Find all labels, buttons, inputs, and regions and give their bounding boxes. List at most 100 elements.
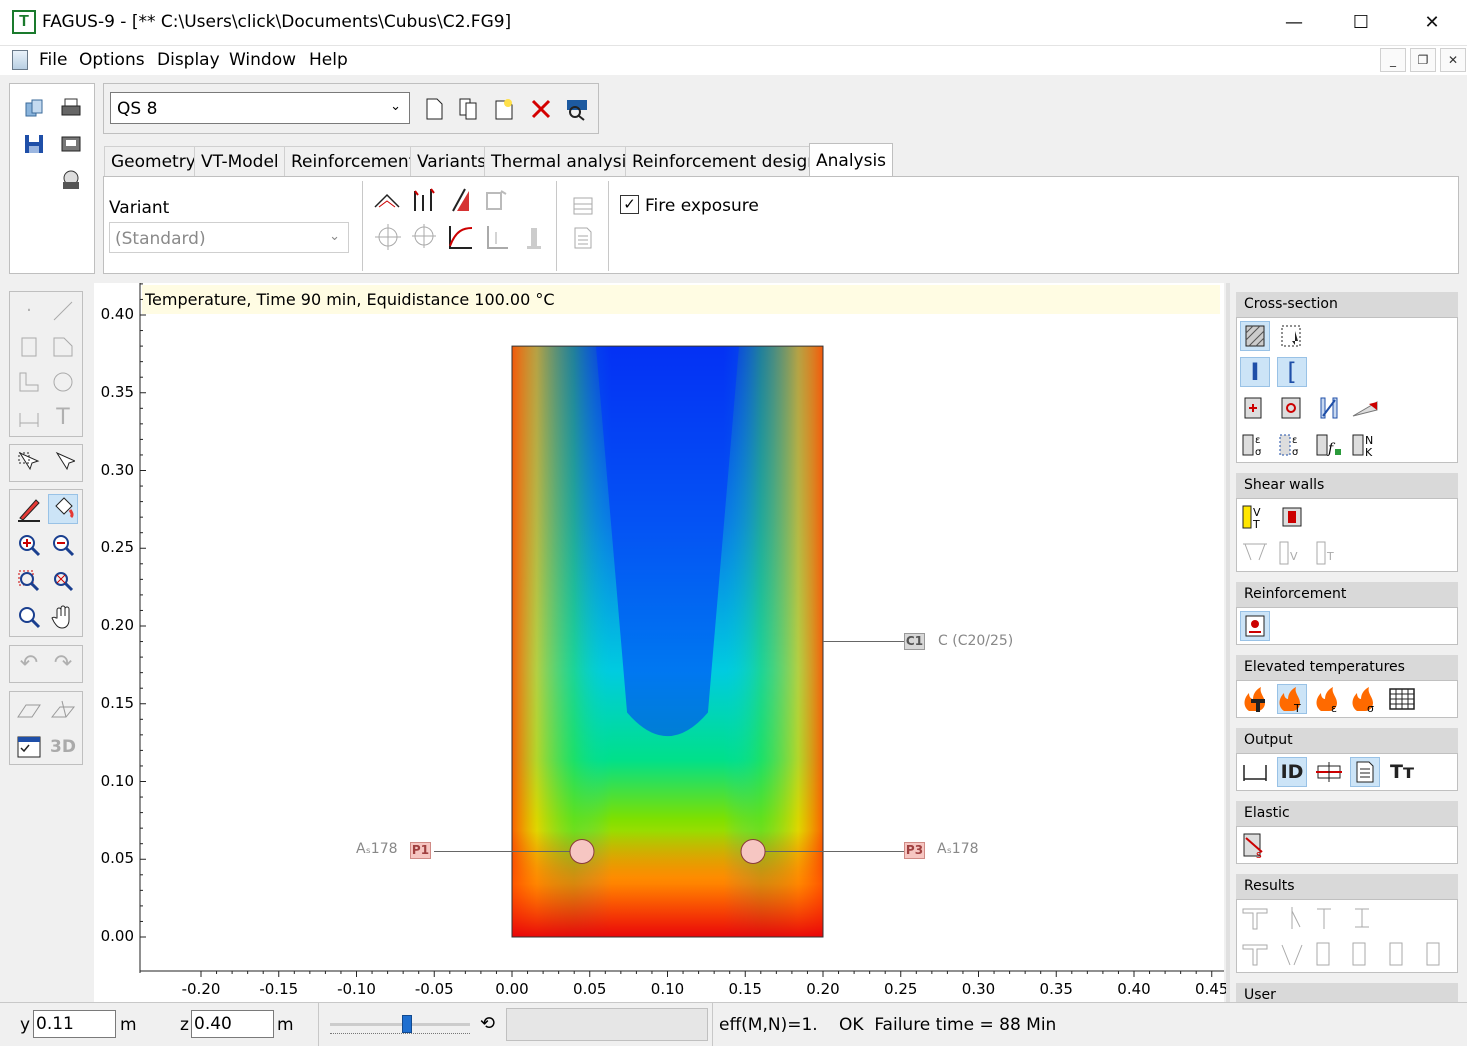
wall-section-icon[interactable] bbox=[1277, 502, 1307, 532]
close-button[interactable]: ✕ bbox=[1403, 4, 1461, 42]
fire-exposure-checkbox[interactable]: ✓ bbox=[620, 195, 639, 214]
pan-hand-icon[interactable] bbox=[48, 602, 78, 632]
edit-pen-icon[interactable] bbox=[14, 494, 44, 524]
select-pointer-icon[interactable] bbox=[14, 448, 44, 478]
sidebar-header-user[interactable]: User bbox=[1236, 983, 1458, 1002]
zoom-out-icon[interactable] bbox=[48, 530, 78, 560]
menu-window[interactable]: Window bbox=[229, 50, 296, 70]
fire-section-icon[interactable] bbox=[1240, 684, 1270, 714]
sidebar-header-shear-walls[interactable]: Shear walls bbox=[1236, 473, 1458, 498]
yield-strength-icon[interactable]: f bbox=[1314, 429, 1344, 459]
strain-plane-icon[interactable] bbox=[372, 185, 402, 215]
new-section-icon[interactable] bbox=[419, 94, 449, 124]
point-load-icon[interactable] bbox=[1277, 321, 1307, 351]
zoom-window-icon[interactable] bbox=[14, 566, 44, 596]
sidebar-header-cross-section[interactable]: Cross-section bbox=[1236, 292, 1458, 317]
mesh-grid-icon[interactable] bbox=[1387, 684, 1417, 714]
fire-strain-icon[interactable]: ε bbox=[1314, 684, 1344, 714]
view-tools bbox=[9, 489, 83, 637]
circle-icon bbox=[48, 367, 78, 397]
wall-vt-icon[interactable]: VT bbox=[1240, 502, 1270, 532]
reset-icon[interactable]: ⟲ bbox=[480, 1013, 495, 1034]
section-select[interactable]: QS 8 ⌄ bbox=[110, 92, 410, 124]
output-id-icon[interactable]: ID bbox=[1277, 757, 1307, 787]
plot-canvas bbox=[139, 283, 1224, 977]
bar-tag-p3[interactable]: P3 bbox=[904, 842, 925, 860]
menu-file[interactable]: File bbox=[39, 50, 67, 70]
select-node-icon[interactable] bbox=[48, 448, 78, 478]
tab-variants[interactable]: Variants bbox=[410, 146, 494, 176]
output-dimension-icon[interactable] bbox=[1240, 757, 1270, 787]
svg-text:ε: ε bbox=[1331, 702, 1337, 713]
section-centroid-icon[interactable] bbox=[1277, 393, 1307, 423]
mdi-minimize-button[interactable]: _ bbox=[1380, 48, 1406, 72]
paint-bucket-icon[interactable] bbox=[48, 494, 78, 524]
save-icon[interactable] bbox=[19, 129, 49, 159]
tab-vt-model[interactable]: VT-Model bbox=[194, 146, 286, 176]
sidebar-header-output[interactable]: Output bbox=[1236, 728, 1458, 753]
result-wall-c-icon bbox=[1387, 939, 1417, 969]
elastic-stress-icon[interactable]: s bbox=[1240, 830, 1270, 860]
hatched-area-icon[interactable] bbox=[1240, 321, 1270, 351]
tab-reinforcement-design[interactable]: Reinforcement design bbox=[625, 146, 826, 176]
tab-thermal-analysis[interactable]: Thermal analysis bbox=[484, 146, 643, 176]
menu-help[interactable]: Help bbox=[309, 50, 348, 70]
mdi-close-button[interactable]: ✕ bbox=[1440, 48, 1466, 72]
minimize-button[interactable]: — bbox=[1265, 4, 1323, 42]
section-slope-icon[interactable] bbox=[1350, 393, 1380, 423]
tab-analysis[interactable]: Analysis bbox=[809, 143, 894, 177]
zoom-fit-icon[interactable] bbox=[14, 602, 44, 632]
rename-section-icon[interactable] bbox=[489, 94, 519, 124]
progress-box bbox=[506, 1008, 708, 1041]
tab-reinforcement[interactable]: Reinforcement bbox=[284, 146, 423, 176]
svg-text:σ: σ bbox=[1292, 447, 1299, 457]
output-report-icon[interactable] bbox=[1350, 757, 1380, 787]
maximize-button[interactable]: ☐ bbox=[1332, 4, 1390, 42]
fire-stress-icon[interactable]: σ bbox=[1350, 684, 1380, 714]
zoom-in-icon[interactable] bbox=[14, 530, 44, 560]
i-beam-icon[interactable]: I bbox=[1240, 357, 1270, 387]
tab-geometry[interactable]: Geometry bbox=[104, 146, 203, 176]
moment-normal-icon[interactable] bbox=[409, 185, 439, 215]
section-rotate-icon[interactable] bbox=[1314, 393, 1344, 423]
stress-strain-icon[interactable]: εσ bbox=[1240, 429, 1270, 459]
sidebar-header-elevated-temperatures[interactable]: Elevated temperatures bbox=[1236, 655, 1458, 680]
mdi-restore-button[interactable]: ❐ bbox=[1410, 48, 1436, 72]
document-icon[interactable] bbox=[12, 50, 28, 70]
normal-force-icon[interactable]: NK bbox=[1350, 429, 1380, 459]
variant-value: (Standard) bbox=[115, 229, 206, 249]
sidebar-header-results[interactable]: Results bbox=[1236, 874, 1458, 899]
sidebar-header-reinforcement[interactable]: Reinforcement bbox=[1236, 582, 1458, 607]
delete-section-icon[interactable] bbox=[526, 94, 556, 124]
time-slider-thumb[interactable] bbox=[401, 1015, 412, 1033]
report-table-icon bbox=[568, 191, 598, 221]
c-channel-icon[interactable]: [ bbox=[1277, 357, 1307, 387]
print-preview-icon[interactable] bbox=[56, 129, 86, 159]
zoom-previous-icon[interactable] bbox=[48, 566, 78, 596]
menu-options[interactable]: Options bbox=[79, 50, 145, 70]
section-check-icon[interactable] bbox=[1240, 393, 1270, 423]
output-section-icon[interactable] bbox=[1314, 757, 1344, 787]
menu-display[interactable]: Display bbox=[157, 50, 220, 70]
z-coord-input[interactable]: 0.40 bbox=[191, 1010, 274, 1038]
section-properties-icon[interactable] bbox=[562, 94, 592, 124]
export-icon[interactable] bbox=[56, 165, 86, 195]
bar-tag-p1[interactable]: P1 bbox=[410, 842, 431, 860]
print-icon[interactable] bbox=[56, 93, 86, 123]
plot-area[interactable]: Temperature, Time 90 min, Equidistance 1… bbox=[94, 283, 1228, 1003]
sidebar-header-elastic[interactable]: Elastic bbox=[1236, 801, 1458, 826]
undo-icon: ↶ bbox=[19, 651, 39, 676]
open-icon[interactable] bbox=[19, 93, 49, 123]
checklist-icon[interactable] bbox=[14, 732, 44, 762]
fire-temperature-icon[interactable]: T bbox=[1277, 684, 1307, 714]
copy-section-icon[interactable] bbox=[454, 94, 484, 124]
stress-strain-selected-icon[interactable]: εσ bbox=[1277, 429, 1307, 459]
variant-select[interactable]: (Standard) ⌄ bbox=[109, 222, 349, 253]
stress-distribution-icon[interactable] bbox=[445, 185, 475, 215]
moment-curvature-icon[interactable] bbox=[445, 221, 475, 251]
output-text-size-icon[interactable]: Tт bbox=[1387, 757, 1417, 787]
y-coord-input[interactable]: 0.11 bbox=[33, 1010, 116, 1038]
rebar-icon[interactable] bbox=[1240, 611, 1270, 641]
concrete-tag[interactable]: C1 bbox=[904, 632, 925, 650]
time-slider[interactable] bbox=[326, 1011, 474, 1039]
